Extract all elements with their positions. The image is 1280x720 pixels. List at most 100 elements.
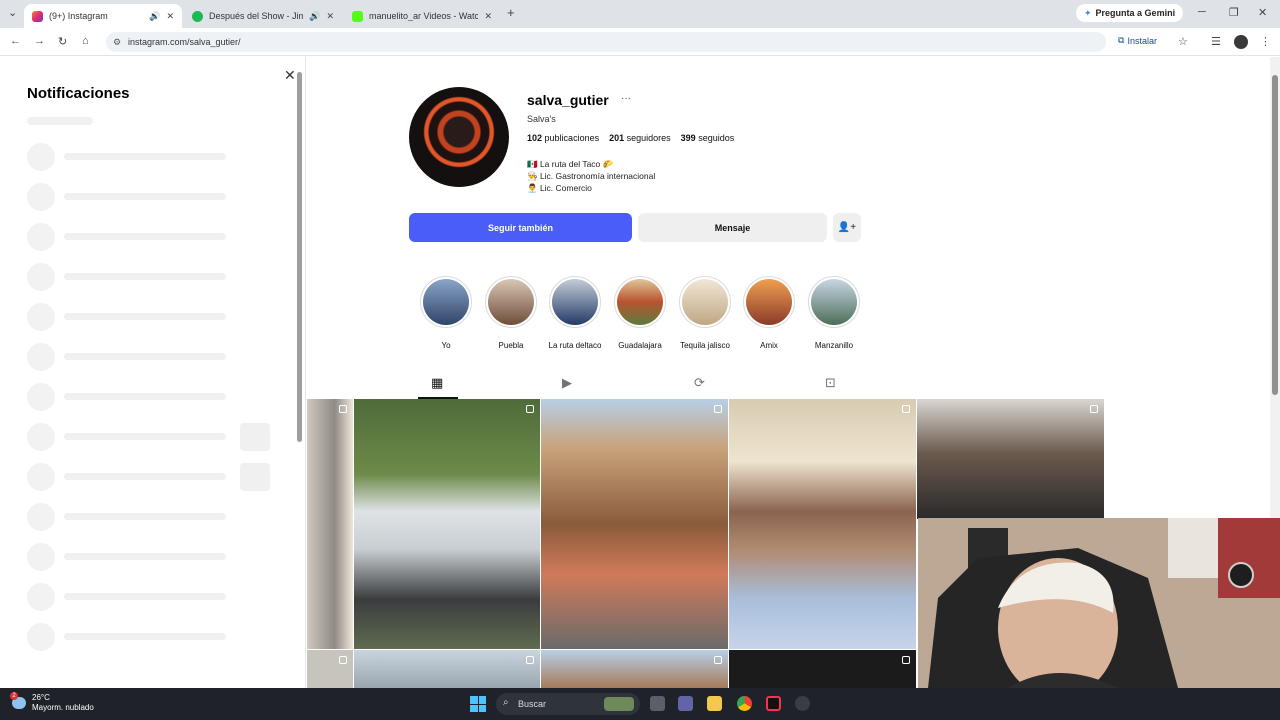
task-view-icon[interactable]	[650, 696, 665, 711]
scrollbar-thumb[interactable]	[297, 72, 302, 442]
maximize-icon[interactable]: ❐	[1229, 6, 1239, 19]
highlight-yo[interactable]: Yo	[419, 276, 473, 350]
highlight-manzanillo[interactable]: Manzanillo	[807, 276, 861, 350]
url-input[interactable]: ⚙ instagram.com/salva_gutier/	[106, 32, 1106, 52]
grid-icon[interactable]: ▦	[431, 375, 443, 391]
profile-fullname: Salva's	[527, 114, 556, 124]
carousel-icon	[526, 656, 534, 664]
tagged-icon[interactable]: ⊡	[825, 375, 836, 391]
highlight-thumbnail	[746, 279, 792, 325]
tab-kick[interactable]: manuelito_ar Videos - Watch C ✕	[344, 4, 500, 28]
bio-line: 👨‍💼 Lic. Comercio	[527, 183, 592, 193]
settings-icon[interactable]	[795, 696, 810, 711]
carousel-icon	[714, 405, 722, 413]
minimize-icon[interactable]: ─	[1198, 6, 1206, 18]
profile-avatar[interactable]	[409, 87, 509, 187]
message-button[interactable]: Mensaje	[638, 213, 827, 242]
carousel-icon	[339, 405, 347, 413]
close-notifications-icon[interactable]: ✕	[284, 67, 296, 84]
teams-icon[interactable]	[678, 696, 693, 711]
highlight-label: Guadalajara	[618, 341, 662, 350]
post-thumbnail[interactable]	[307, 650, 353, 688]
reading-list-icon[interactable]: ☰	[1211, 35, 1221, 48]
install-app-button[interactable]: ⧉ Instalar	[1118, 35, 1157, 46]
windows-start-icon[interactable]	[470, 696, 486, 712]
close-window-icon[interactable]: ✕	[1258, 6, 1267, 19]
tab-list-icon[interactable]: ⌄	[8, 6, 17, 19]
close-tab-icon[interactable]: ✕	[484, 11, 492, 22]
reposts-icon[interactable]: ⟳	[694, 375, 705, 391]
carousel-icon	[1090, 405, 1098, 413]
post-thumbnail[interactable]	[354, 399, 540, 649]
carousel-icon	[902, 656, 910, 664]
post-thumbnail[interactable]	[917, 399, 1104, 519]
kick-favicon-icon	[352, 10, 363, 22]
highlight-thumbnail	[552, 279, 598, 325]
skeleton-avatar	[27, 463, 55, 491]
gemini-button[interactable]: ✦ Pregunta a Gemini	[1076, 4, 1184, 22]
tab-spotify[interactable]: Después del Show - Jimmy 🔊 ✕	[184, 4, 342, 28]
post-thumbnail[interactable]	[307, 399, 353, 649]
highlight-guadalajara[interactable]: Guadalajara	[613, 276, 667, 350]
back-icon[interactable]: ←	[10, 35, 21, 47]
forward-icon[interactable]: →	[34, 35, 45, 47]
highlight-amix[interactable]: Amix	[742, 276, 796, 350]
bio-line: 🇲🇽 La ruta del Taco 🌮	[527, 159, 614, 169]
bookmark-star-icon[interactable]: ☆	[1178, 35, 1188, 48]
carousel-icon	[339, 656, 347, 664]
highlight-ruta-taco[interactable]: La ruta deltaco	[548, 276, 602, 350]
browser-menu-icon[interactable]: ⋮	[1260, 35, 1271, 48]
skeleton-line	[64, 313, 226, 320]
highlight-label: Manzanillo	[814, 341, 854, 350]
notifications-scrollbar[interactable]	[297, 62, 303, 687]
close-tab-icon[interactable]: ✕	[326, 11, 334, 22]
close-tab-icon[interactable]: ✕	[166, 11, 174, 22]
post-thumbnail[interactable]	[541, 399, 728, 649]
highlight-label: Puebla	[498, 341, 524, 350]
notification-badge: 2	[10, 692, 18, 700]
follow-back-button[interactable]: Seguir también	[409, 213, 632, 242]
skeleton-avatar	[27, 183, 55, 211]
gemini-label: Pregunta a Gemini	[1095, 8, 1176, 18]
search-icon: ⌕	[503, 697, 509, 708]
following-count[interactable]: 399 seguidos	[681, 133, 735, 143]
suggested-users-icon[interactable]: 👤+	[833, 213, 861, 242]
speaker-icon[interactable]: 🔊	[309, 11, 320, 22]
profile-stats: 102 publicaciones 201 seguidores 399 seg…	[527, 133, 734, 143]
tiktok-icon[interactable]	[766, 696, 781, 711]
highlight-puebla[interactable]: Puebla	[484, 276, 538, 350]
new-tab-button[interactable]: +	[507, 5, 515, 20]
posts-count[interactable]: 102 publicaciones	[527, 133, 599, 143]
search-highlight-image	[604, 697, 634, 711]
highlight-thumbnail	[617, 279, 663, 325]
speaker-icon[interactable]: 🔊	[149, 11, 160, 22]
profile-tabs: ▦ ▶ ⟳ ⊡	[307, 370, 1104, 399]
taskbar-search-input[interactable]: ⌕ Buscar	[496, 693, 640, 715]
install-icon: ⧉	[1118, 35, 1125, 45]
tab-instagram[interactable]: (9+) Instagram 🔊 ✕	[24, 4, 182, 28]
notifications-title: Notificaciones	[27, 85, 130, 102]
more-options-icon[interactable]: ···	[621, 93, 631, 104]
cloudy-weather-icon: 2	[10, 692, 26, 709]
weather-widget[interactable]: 2 26°C Mayorm. nublado	[10, 692, 94, 713]
reload-icon[interactable]: ↻	[58, 35, 67, 48]
post-thumbnail[interactable]	[354, 650, 540, 688]
site-info-icon[interactable]: ⚙	[113, 37, 121, 48]
chrome-icon[interactable]	[737, 696, 752, 711]
skeleton-avatar	[27, 423, 55, 451]
webcam-overlay	[918, 518, 1280, 688]
skeleton-avatar	[27, 623, 55, 651]
post-thumbnail[interactable]	[729, 399, 916, 649]
scrollbar-thumb[interactable]	[1272, 75, 1278, 395]
highlight-tequila[interactable]: Tequila jalisco	[678, 276, 732, 350]
home-icon[interactable]: ⌂	[82, 35, 89, 47]
post-thumbnail[interactable]	[729, 650, 916, 688]
skeleton-avatar	[27, 343, 55, 371]
browser-profile-avatar[interactable]	[1234, 35, 1248, 49]
followers-count[interactable]: 201 seguidores	[609, 133, 671, 143]
reels-icon[interactable]: ▶	[562, 375, 572, 391]
file-explorer-icon[interactable]	[707, 696, 722, 711]
post-thumbnail[interactable]	[541, 650, 728, 688]
skeleton-thumb	[240, 463, 270, 491]
temperature-text: 26°C	[32, 693, 50, 702]
